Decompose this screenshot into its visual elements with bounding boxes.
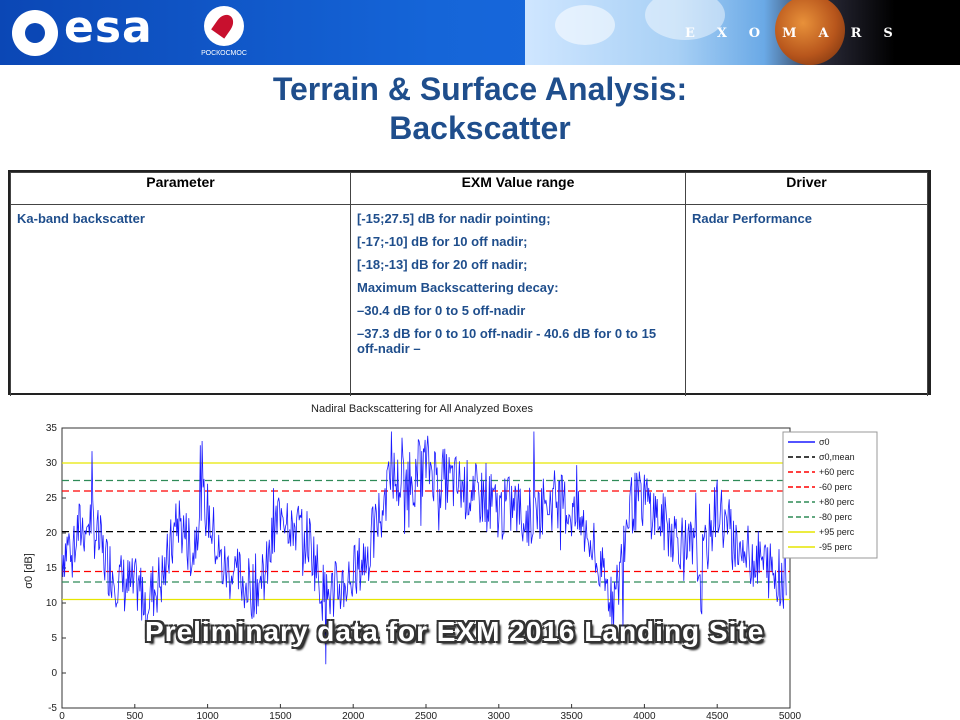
- parameter-table: Parameter EXM Value range Driver Ka-band…: [10, 172, 928, 413]
- chart-title: Nadiral Backscattering for All Analyzed …: [311, 403, 533, 415]
- y-tick-label: -5: [48, 703, 57, 714]
- value-line: Maximum Backscattering decay:: [357, 280, 559, 295]
- page-title: Terrain & Surface Analysis: Backscatter: [0, 70, 960, 148]
- legend-entry-label: -60 perc: [819, 482, 853, 492]
- header-driver: Driver: [685, 172, 928, 205]
- y-tick-label: 0: [51, 668, 57, 679]
- legend-entry-label: σ0: [819, 437, 830, 447]
- x-tick-label: 500: [126, 711, 143, 720]
- legend-entry-label: +80 perc: [819, 497, 855, 507]
- legend-entry-label: -95 perc: [819, 542, 853, 552]
- value-line: –30.4 dB for 0 to 5 off-nadir: [357, 303, 526, 318]
- table-row: Ka-band backscatter [-15;27.5] dB for na…: [10, 204, 928, 413]
- exomars-banner: EXOMARS: [525, 0, 960, 65]
- esa-logo: esa: [12, 2, 162, 58]
- y-axis-label: σ0 [dB]: [23, 553, 35, 589]
- esa-logo-text: esa: [64, 2, 153, 53]
- y-tick-label: 5: [51, 633, 57, 644]
- y-tick-label: 10: [46, 598, 58, 609]
- x-tick-label: 4000: [633, 711, 656, 720]
- value-line: –37.3 dB for 0 to 10 off-nadir - 40.6 dB…: [357, 326, 657, 356]
- roscosmos-emblem-icon: [204, 6, 244, 46]
- legend-entry-label: -80 perc: [819, 512, 853, 522]
- legend-box: [782, 431, 878, 559]
- y-tick-label: 20: [46, 528, 58, 539]
- roscosmos-logo-text: РОСКОСМОС: [201, 50, 247, 57]
- x-tick-label: 4500: [706, 711, 729, 720]
- header-parameter: Parameter: [10, 172, 351, 205]
- legend-entry-label: +95 perc: [819, 527, 855, 537]
- bubble-graphic: [555, 5, 615, 45]
- x-tick-label: 3500: [560, 711, 583, 720]
- x-tick-label: 3000: [488, 711, 511, 720]
- header-exm-value-range: EXM Value range: [350, 172, 686, 205]
- esa-circle-icon: [12, 10, 58, 56]
- page-title-line2: Backscatter: [389, 110, 571, 146]
- cell-value-range: [-15;27.5] dB for nadir pointing; [-17;-…: [350, 204, 686, 413]
- x-tick-label: 5000: [779, 711, 802, 720]
- x-tick-label: 2000: [342, 711, 365, 720]
- x-tick-label: 1500: [269, 711, 292, 720]
- exomars-wordmark: EXOMARS: [685, 26, 915, 41]
- cell-driver: Radar Performance: [685, 204, 928, 413]
- y-tick-label: 25: [46, 493, 58, 504]
- value-line: [-15;27.5] dB for nadir pointing;: [357, 211, 551, 226]
- y-tick-label: 35: [46, 423, 58, 434]
- table-header-row: Parameter EXM Value range Driver: [10, 172, 928, 205]
- legend-entry-label: σ0,mean: [819, 452, 855, 462]
- preliminary-data-banner: Preliminary data for EXM 2016 Landing Si…: [145, 616, 765, 647]
- value-line: [-18;-13] dB for 20 off nadir;: [357, 257, 528, 272]
- value-line: [-17;-10] dB for 10 off nadir;: [357, 234, 528, 249]
- roscosmos-logo: РОСКОСМОС: [196, 6, 252, 62]
- x-tick-label: 2500: [415, 711, 438, 720]
- legend-entry-label: +60 perc: [819, 467, 855, 477]
- header-bar: esa РОСКОСМОС EXOMARS: [0, 0, 960, 65]
- backscatter-chart: Nadiral Backscattering for All Analyzed …: [0, 396, 960, 720]
- y-tick-label: 30: [46, 458, 58, 469]
- x-tick-label: 0: [59, 711, 65, 720]
- page-title-line1: Terrain & Surface Analysis:: [272, 71, 688, 107]
- y-tick-label: 15: [46, 563, 58, 574]
- cell-parameter: Ka-band backscatter: [10, 204, 351, 413]
- x-tick-label: 1000: [196, 711, 219, 720]
